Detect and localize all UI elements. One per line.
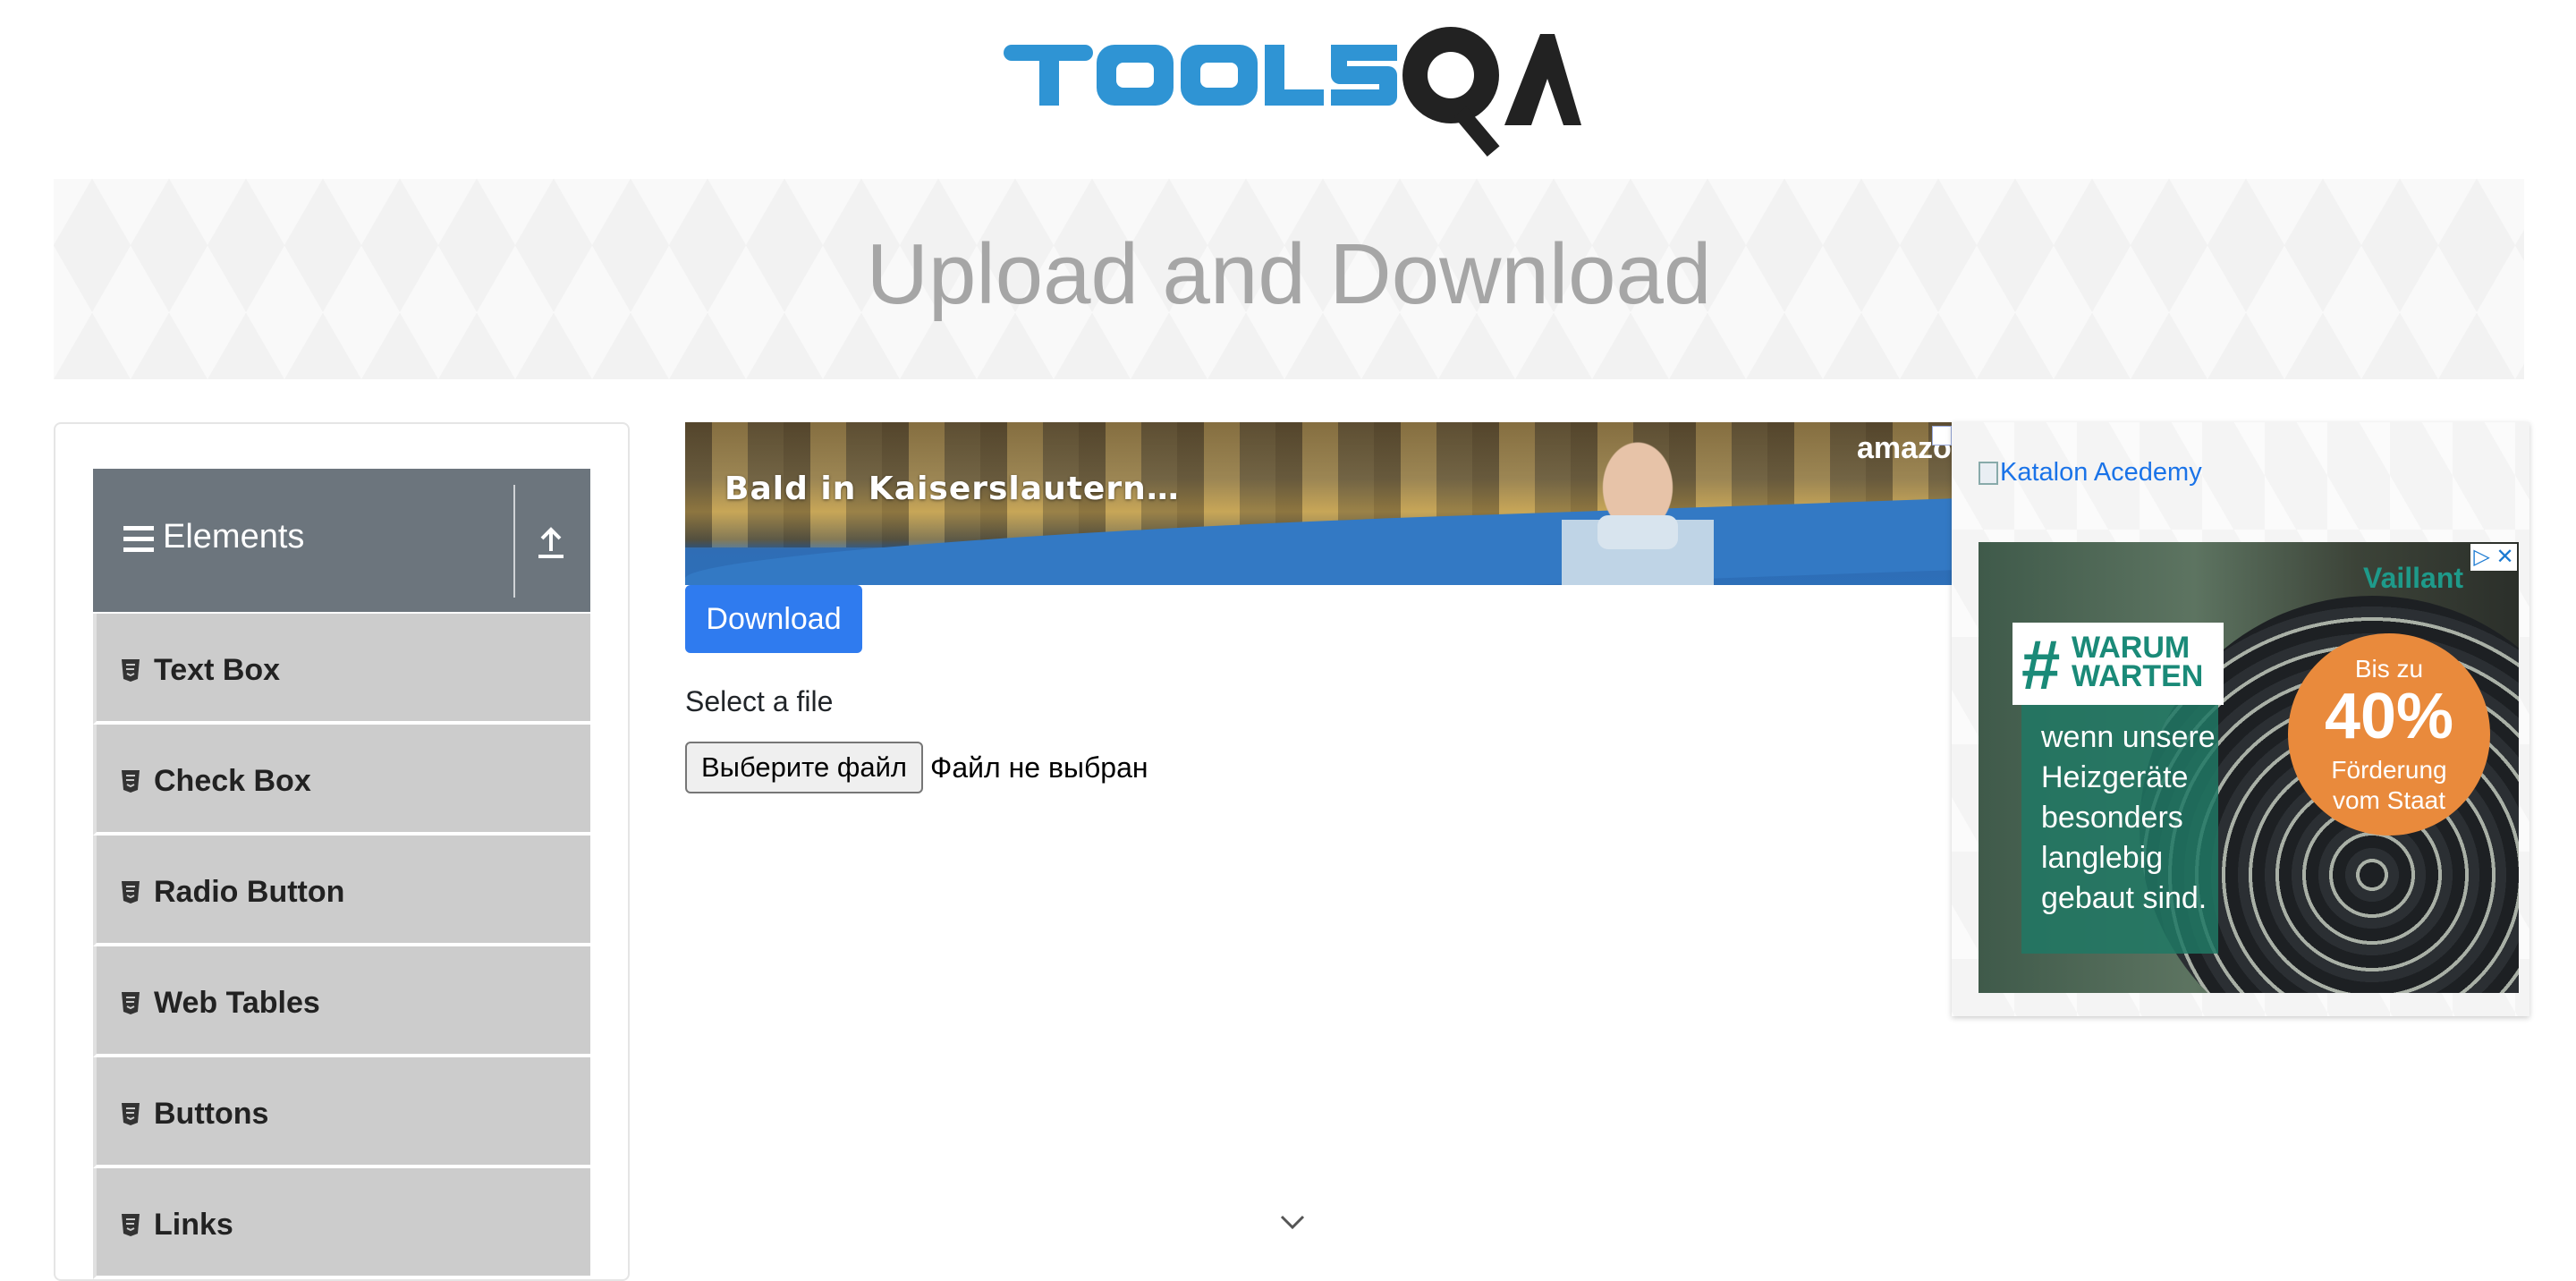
badge-line: Förderung [2331, 756, 2447, 784]
html5-icon [122, 770, 140, 793]
choose-file-button[interactable]: Выберите файл [685, 742, 924, 793]
vaillant-brand: Vaillant [2363, 562, 2464, 594]
group-label: Elements [163, 518, 305, 556]
html5-icon [122, 881, 140, 903]
ad-text: Bald in Kaiserslautern… [724, 471, 1180, 507]
sidebar-item-label: Text Box [154, 653, 281, 687]
ad-person-image [1562, 422, 1714, 585]
group-header-elements[interactable]: Elements [93, 469, 590, 612]
hamburger-icon [123, 526, 154, 553]
sidebar-item-links[interactable]: Links [93, 1168, 590, 1279]
ad-tag-box: # WARUM WARTEN [2012, 623, 2224, 705]
broken-image-icon [1979, 461, 1998, 485]
ad-choices-icon[interactable] [1932, 426, 1952, 445]
ad-body-line: wenn unsere [2041, 720, 2216, 754]
sidebar-item-check-box[interactable]: Check Box [93, 725, 590, 836]
ad-body-line: langlebig [2041, 841, 2164, 875]
site-header [0, 0, 2576, 179]
ad-body-line: gebaut sind. [2041, 881, 2207, 915]
download-button[interactable]: Download [685, 585, 862, 653]
badge-percent: 40% [2324, 681, 2454, 752]
hash-mark: # [2021, 625, 2061, 704]
page-banner: Upload and Download [54, 179, 2524, 379]
chevron-down-icon[interactable] [1279, 1213, 1306, 1233]
file-status: Файл не выбран [930, 751, 1148, 784]
sidebar-item-web-tables[interactable]: Web Tables [93, 946, 590, 1057]
sidebar-item-text-box[interactable]: Text Box [93, 614, 590, 725]
sidebar-item-radio-button[interactable]: Radio Button [93, 836, 590, 946]
sidebar-item-label: Web Tables [154, 986, 320, 1020]
katalon-alt-text: Katalon Acedemy [2000, 458, 2202, 487]
ad-body-text: wenn unsere Heizgeräte besonders langleb… [2041, 717, 2216, 919]
sidebar-menu: Text Box Check Box Radio Button Web Tabl… [93, 614, 590, 1279]
amazon-ad-banner[interactable]: Bald in Kaiserslautern… amazo [685, 422, 1952, 585]
ad-close-icon[interactable]: ▷ ✕ [2470, 544, 2517, 571]
katalon-ad-link[interactable]: Katalon Acedemy [1979, 458, 2202, 488]
sidebar-item-label: Buttons [154, 1097, 269, 1131]
sidebar-item-label: Radio Button [154, 875, 345, 909]
right-ad-panel: Katalon Acedemy Vaillant ▷ ✕ # WARUM WAR… [1952, 422, 2529, 1016]
sidebar: Elements Text Box Check Box Radio Button… [54, 422, 630, 1281]
collapse-arrow-icon[interactable] [531, 522, 571, 562]
sidebar-item-label: Check Box [154, 764, 311, 798]
html5-icon [122, 659, 140, 682]
ad-headline-1: WARUM [2072, 631, 2190, 665]
page-title: Upload and Download [866, 226, 1712, 322]
ad-headline: WARUM WARTEN [2072, 631, 2204, 693]
select-file-label: Select a file [685, 685, 834, 717]
toolsqa-logo[interactable] [1004, 25, 1581, 168]
ad-body-line: Heizgeräte [2041, 760, 2189, 794]
divider [513, 485, 515, 598]
badge-line-3: Förderung vom Staat [2288, 755, 2490, 816]
ad-discount-badge: Bis zu 40% Förderung vom Staat [2288, 633, 2490, 836]
sidebar-item-label: Links [154, 1208, 233, 1242]
ad-body-line: besonders [2041, 801, 2183, 835]
html5-icon [122, 1214, 140, 1236]
badge-line: vom Staat [2332, 786, 2446, 814]
vaillant-ad[interactable]: Vaillant ▷ ✕ # WARUM WARTEN wenn unsere … [1979, 542, 2519, 993]
html5-icon [122, 992, 140, 1014]
html5-icon [122, 1103, 140, 1125]
ad-headline-2: WARTEN [2072, 659, 2204, 693]
sidebar-item-buttons[interactable]: Buttons [93, 1057, 590, 1168]
file-input[interactable]: Выберите файл Файл не выбран [685, 741, 1148, 794]
